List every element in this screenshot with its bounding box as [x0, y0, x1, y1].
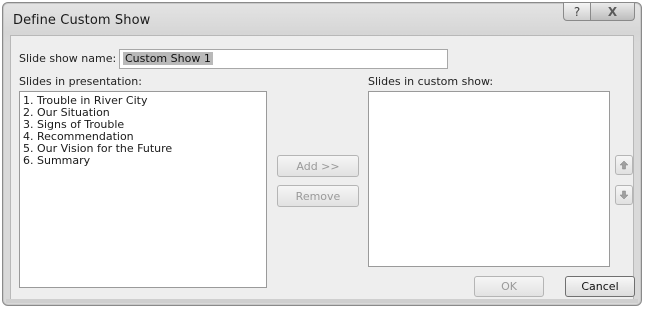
slides-in-custom-show-label: Slides in custom show:: [368, 75, 494, 88]
slide-show-name-value: Custom Show 1: [123, 52, 213, 65]
close-icon: X: [607, 4, 618, 19]
move-up-button[interactable]: [615, 155, 633, 175]
slides-in-custom-show-list[interactable]: [368, 91, 610, 267]
ok-button[interactable]: OK: [474, 276, 544, 297]
cancel-button[interactable]: Cancel: [565, 276, 635, 297]
slide-show-name-label: Slide show name:: [19, 52, 117, 65]
slides-in-presentation-label: Slides in presentation:: [19, 75, 142, 88]
remove-button[interactable]: Remove: [277, 185, 359, 207]
help-icon: ?: [573, 4, 581, 19]
slides-in-presentation-list[interactable]: 1. Trouble in River City 2. Our Situatio…: [19, 91, 267, 288]
list-item[interactable]: 6. Summary: [20, 155, 266, 167]
slide-show-name-input[interactable]: Custom Show 1: [119, 49, 448, 69]
down-arrow-icon: [619, 190, 629, 200]
up-arrow-icon: [619, 160, 629, 170]
help-button[interactable]: ?: [563, 3, 591, 21]
caption-buttons: ? X: [563, 3, 635, 21]
dialog-body: Slide show name: Custom Show 1 Slides in…: [10, 35, 635, 301]
dialog-title: Define Custom Show: [13, 13, 151, 28]
add-button[interactable]: Add >>: [277, 155, 359, 177]
close-button[interactable]: X: [591, 3, 635, 21]
dialog-bottom-edge: [6, 299, 638, 303]
move-down-button[interactable]: [615, 185, 633, 205]
define-custom-show-dialog: Define Custom Show ? X Slide show name: …: [2, 2, 642, 306]
